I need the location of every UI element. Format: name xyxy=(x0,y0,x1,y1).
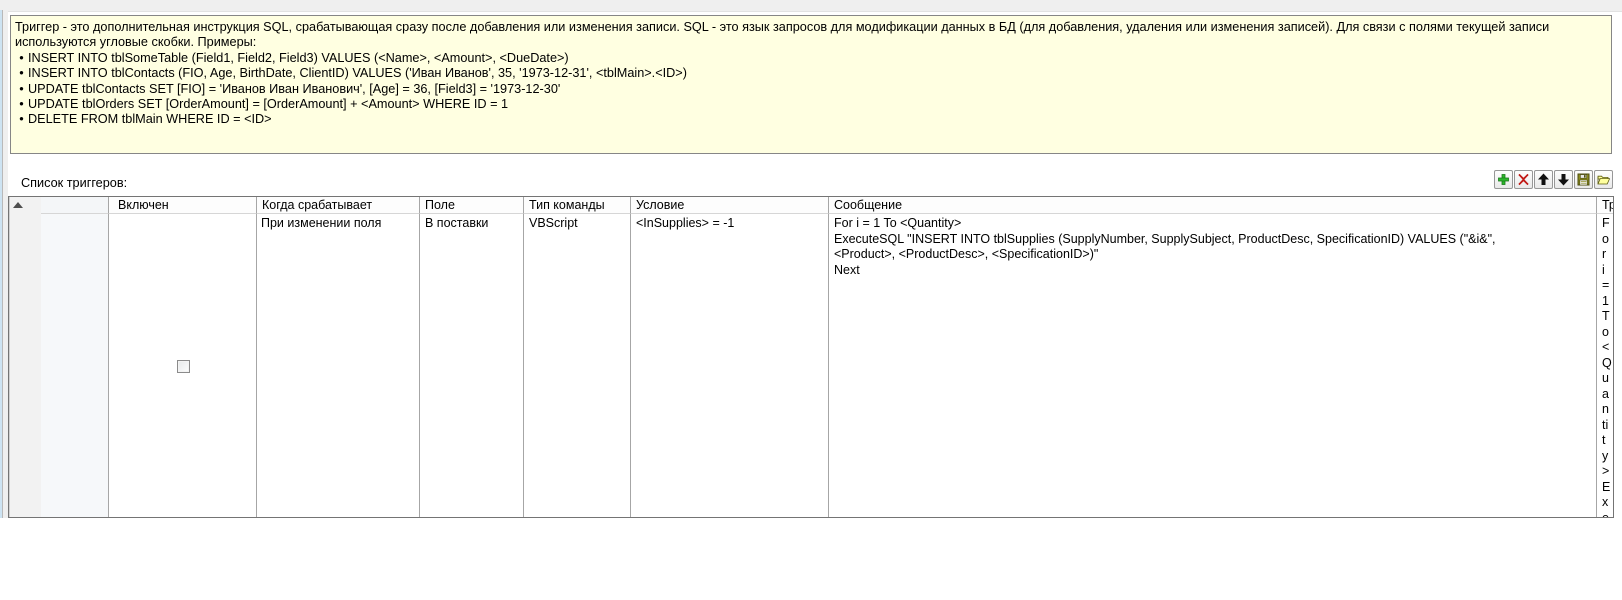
arrow-up-icon xyxy=(1537,173,1550,186)
delete-trigger-button[interactable] xyxy=(1514,170,1533,189)
vertical-scrollbar[interactable] xyxy=(9,197,41,517)
sql-example-line: •INSERT INTO tblSomeTable (Field1, Field… xyxy=(15,51,1605,66)
arrow-down-icon xyxy=(1557,173,1570,186)
triggers-table: Включен Когда срабатывает Поле Тип коман… xyxy=(8,196,1614,518)
condition-cell[interactable]: <InSupplies> = -1 xyxy=(631,214,829,517)
add-trigger-button[interactable] xyxy=(1494,170,1513,189)
sql-example-text: DELETE FROM tblMain WHERE ID = <ID> xyxy=(28,112,272,126)
sql-example-line: •UPDATE tblOrders SET [OrderAmount] = [O… xyxy=(15,97,1605,112)
column-header-enabled[interactable]: Включен xyxy=(109,197,257,214)
enabled-checkbox[interactable] xyxy=(177,360,190,373)
frame-divider-line xyxy=(2,10,3,518)
message-cell[interactable]: For i = 1 To <Quantity> ExecuteSQL "INSE… xyxy=(829,214,1597,517)
sql-example-line: •INSERT INTO tblContacts (FIO, Age, Birt… xyxy=(15,66,1605,81)
window-left-frame xyxy=(0,10,8,518)
bullet-icon: • xyxy=(15,51,28,66)
trigger-editor-window: Триггер - это дополнительная инструкция … xyxy=(0,0,1622,600)
save-triggers-button[interactable] xyxy=(1574,170,1593,189)
column-header-trigger[interactable]: Триггер xyxy=(1597,197,1613,214)
field-cell[interactable]: В поставки xyxy=(420,214,524,517)
window-top-frame xyxy=(0,0,1622,12)
when-cell[interactable]: При изменении поля xyxy=(257,214,420,517)
sql-example-text: INSERT INTO tblSomeTable (Field1, Field2… xyxy=(28,51,569,65)
plus-icon xyxy=(1497,173,1510,186)
bullet-icon: • xyxy=(15,66,28,81)
column-header-message[interactable]: Сообщение xyxy=(829,197,1597,214)
floppy-icon xyxy=(1577,173,1590,186)
condition-text: <InSupplies> = -1 xyxy=(636,216,734,232)
trigger-list-label: Список триггеров: xyxy=(21,176,127,190)
bullet-icon: • xyxy=(15,112,28,127)
row-selector-cell[interactable] xyxy=(41,214,109,517)
bullet-icon: • xyxy=(15,97,28,112)
sql-example-text: INSERT INTO tblContacts (FIO, Age, Birth… xyxy=(28,66,687,80)
move-down-button[interactable] xyxy=(1554,170,1573,189)
trigger-toolbar xyxy=(1494,170,1614,190)
header-row-selector xyxy=(41,197,109,214)
column-header-when[interactable]: Когда срабатывает xyxy=(257,197,420,214)
enabled-cell[interactable] xyxy=(109,214,257,517)
sql-example-line: •DELETE FROM tblMain WHERE ID = <ID> xyxy=(15,112,1605,127)
column-header-command-type[interactable]: Тип команды xyxy=(524,197,631,214)
bullet-icon: • xyxy=(15,82,28,97)
trigger-cell[interactable]: For i = 1 To <Quantity> ExecuteSQL "INSE… xyxy=(1597,214,1613,517)
open-folder-icon xyxy=(1597,173,1610,186)
trigger-help-panel: Триггер - это дополнительная инструкция … xyxy=(10,15,1612,154)
sql-example-text: UPDATE tblOrders SET [OrderAmount] = [Or… xyxy=(28,97,508,111)
sql-example-line: •UPDATE tblContacts SET [FIO] = 'Иванов … xyxy=(15,82,1605,97)
scroll-up-icon[interactable] xyxy=(13,202,23,208)
column-header-field[interactable]: Поле xyxy=(420,197,524,214)
sql-example-text: UPDATE tblContacts SET [FIO] = 'Иванов И… xyxy=(28,82,560,96)
help-intro-text: Триггер - это дополнительная инструкция … xyxy=(15,20,1605,51)
column-header-condition[interactable]: Условие xyxy=(631,197,829,214)
load-triggers-button[interactable] xyxy=(1594,170,1613,189)
command-type-cell[interactable]: VBScript xyxy=(524,214,631,517)
move-up-button[interactable] xyxy=(1534,170,1553,189)
x-icon xyxy=(1517,173,1530,186)
